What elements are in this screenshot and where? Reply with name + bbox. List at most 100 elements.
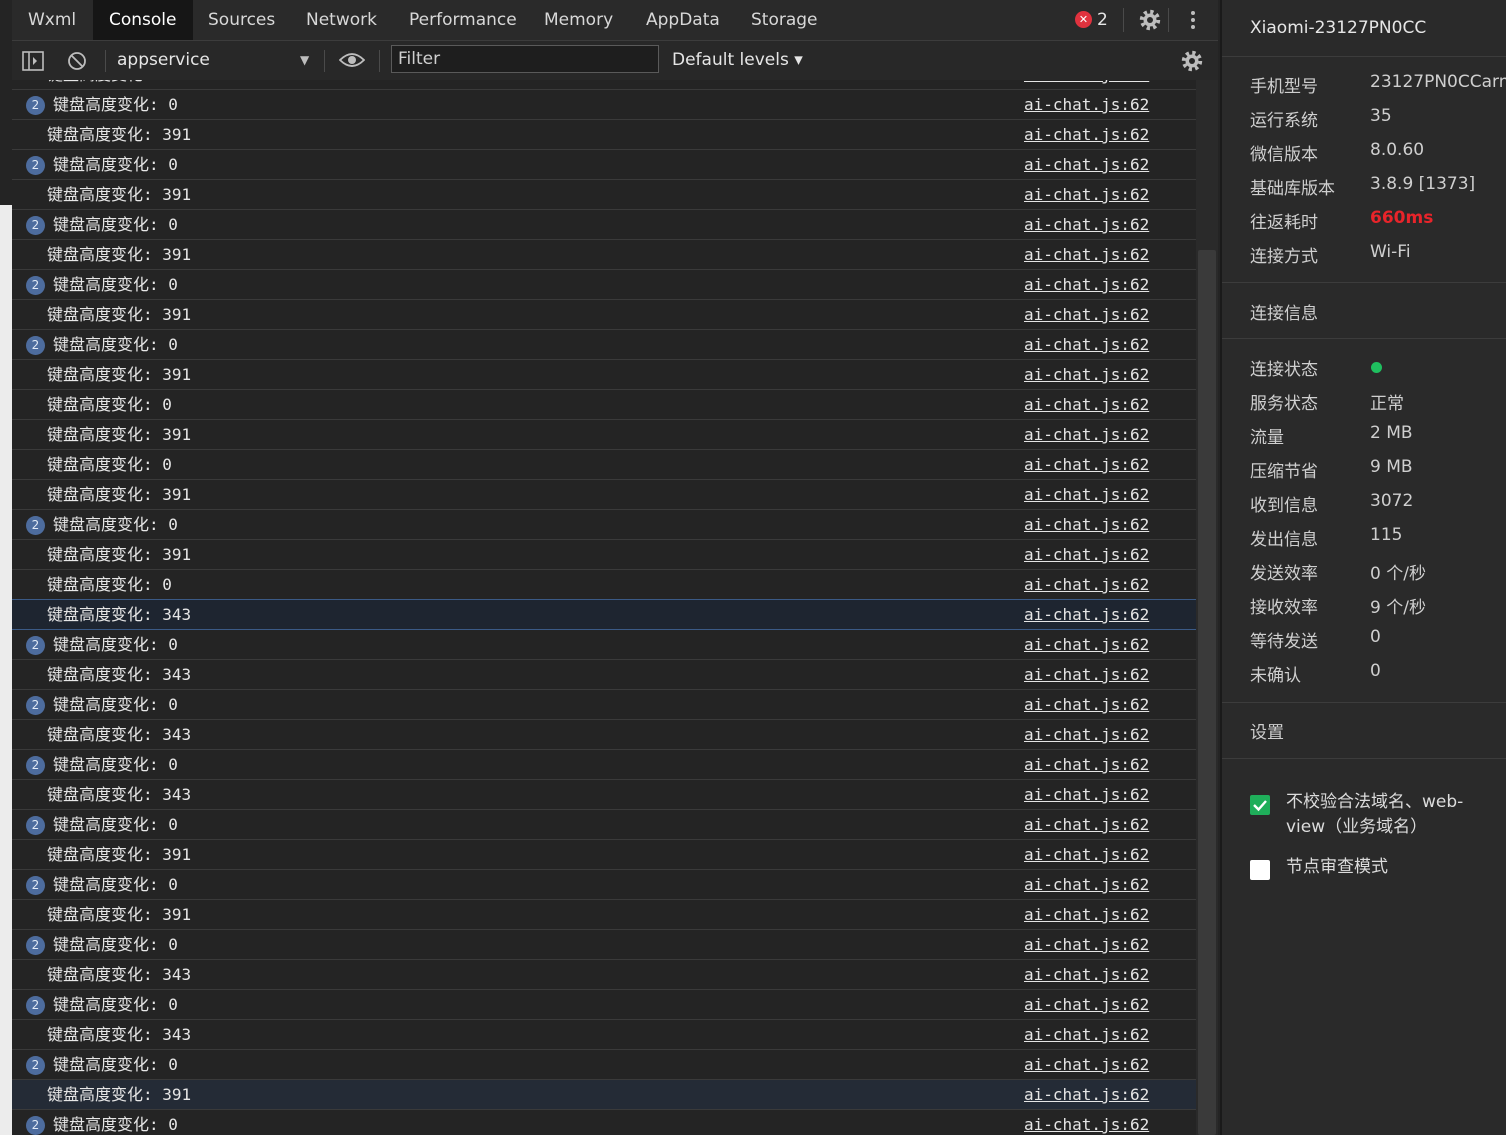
console-row[interactable]: 2 键盘高度变化: 0 ai-chat.js:62 — [12, 150, 1196, 180]
source-link[interactable]: ai-chat.js:62 — [1024, 540, 1149, 570]
console-row[interactable]: 2 键盘高度变化: 0 ai-chat.js:62 — [12, 870, 1196, 900]
console-row[interactable]: 2 键盘高度变化: 0 ai-chat.js:62 — [12, 270, 1196, 300]
console-row[interactable]: 2 键盘高度变化: 0 ai-chat.js:62 — [12, 990, 1196, 1020]
console-row[interactable]: 键盘高度变化: 343 ai-chat.js:62 — [12, 720, 1196, 750]
source-link[interactable]: ai-chat.js:62 — [1024, 360, 1149, 390]
console-row[interactable]: 2 键盘高度变化: 0 ai-chat.js:62 — [12, 930, 1196, 960]
more-options-kebab-icon[interactable] — [1182, 9, 1204, 31]
skip-domain-check-checkbox[interactable] — [1250, 795, 1270, 815]
console-row[interactable]: 2 键盘高度变化: 0 ai-chat.js:62 — [12, 630, 1196, 660]
console-settings-gear-icon[interactable] — [1180, 49, 1204, 73]
console-row[interactable]: 键盘高度变化: 391 ai-chat.js:62 — [12, 300, 1196, 330]
console-row[interactable]: 键盘高度变化: 0 ai-chat.js:62 — [12, 570, 1196, 600]
console-row[interactable]: 2 键盘高度变化: 0 ai-chat.js:62 — [12, 1050, 1196, 1080]
console-row[interactable]: 键盘高度变化: 391 ai-chat.js:62 — [12, 480, 1196, 510]
console-log[interactable]: 键盘高度变化: 391 ai-chat.js:62 2 键盘高度变化: 0 ai-cha… — [12, 80, 1196, 1135]
source-link[interactable]: ai-chat.js:62 — [1024, 870, 1149, 900]
console-row[interactable]: 键盘高度变化: 391 ai-chat.js:62 — [12, 120, 1196, 150]
console-row[interactable]: 2 键盘高度变化: 0 ai-chat.js:62 — [12, 210, 1196, 240]
console-row[interactable]: 键盘高度变化: 391 ai-chat.js:62 — [12, 420, 1196, 450]
source-link[interactable]: ai-chat.js:62 — [1024, 210, 1149, 240]
source-link[interactable]: ai-chat.js:62 — [1024, 900, 1149, 930]
divider — [105, 50, 106, 72]
source-link[interactable]: ai-chat.js:62 — [1024, 1080, 1149, 1110]
source-link[interactable]: ai-chat.js:62 — [1024, 600, 1149, 630]
node-inspect-checkbox[interactable] — [1250, 860, 1270, 880]
source-link[interactable]: ai-chat.js:62 — [1024, 480, 1149, 510]
source-link[interactable]: ai-chat.js:62 — [1024, 990, 1149, 1020]
log-message: 键盘高度变化: 0 — [53, 335, 178, 354]
console-row[interactable]: 键盘高度变化: 391 ai-chat.js:62 — [12, 360, 1196, 390]
source-link[interactable]: ai-chat.js:62 — [1024, 180, 1149, 210]
log-levels-dropdown[interactable]: Default levels ▾ — [672, 41, 803, 80]
source-link[interactable]: ai-chat.js:62 — [1024, 240, 1149, 270]
console-row[interactable]: 2 键盘高度变化: 0 ai-chat.js:62 — [12, 1110, 1196, 1135]
node-inspect-label[interactable]: 节点审查模式 — [1286, 855, 1496, 880]
source-link[interactable]: ai-chat.js:62 — [1024, 1110, 1149, 1135]
tab-memory[interactable]: Memory — [532, 0, 625, 40]
console-row[interactable]: 键盘高度变化: 343 ai-chat.js:62 — [12, 1020, 1196, 1050]
console-row[interactable]: 2 键盘高度变化: 0 ai-chat.js:62 — [12, 330, 1196, 360]
chevron-down-icon[interactable]: ▼ — [300, 41, 309, 80]
console-row[interactable]: 键盘高度变化: 343 ai-chat.js:62 — [12, 599, 1196, 630]
tab-performance[interactable]: Performance — [397, 0, 529, 40]
source-link[interactable]: ai-chat.js:62 — [1024, 960, 1149, 990]
console-row[interactable]: 键盘高度变化: 0 ai-chat.js:62 — [12, 390, 1196, 420]
source-link[interactable]: ai-chat.js:62 — [1024, 510, 1149, 540]
console-row[interactable]: 键盘高度变化: 391 ai-chat.js:62 — [12, 80, 1196, 90]
console-row[interactable]: 2 键盘高度变化: 0 ai-chat.js:62 — [12, 510, 1196, 540]
source-link[interactable]: ai-chat.js:62 — [1024, 720, 1149, 750]
sidebar-toggle-icon[interactable] — [22, 51, 44, 71]
source-link[interactable]: ai-chat.js:62 — [1024, 90, 1149, 120]
source-link[interactable]: ai-chat.js:62 — [1024, 930, 1149, 960]
source-link[interactable]: ai-chat.js:62 — [1024, 630, 1149, 660]
source-link[interactable]: ai-chat.js:62 — [1024, 840, 1149, 870]
source-link[interactable]: ai-chat.js:62 — [1024, 780, 1149, 810]
context-selector[interactable]: appservice — [117, 41, 210, 80]
source-link[interactable]: ai-chat.js:62 — [1024, 570, 1149, 600]
source-link[interactable]: ai-chat.js:62 — [1024, 120, 1149, 150]
source-link[interactable]: ai-chat.js:62 — [1024, 300, 1149, 330]
source-link[interactable]: ai-chat.js:62 — [1024, 450, 1149, 480]
filter-input[interactable] — [391, 45, 659, 73]
console-row[interactable]: 键盘高度变化: 343 ai-chat.js:62 — [12, 660, 1196, 690]
console-row[interactable]: 2 键盘高度变化: 0 ai-chat.js:62 — [12, 810, 1196, 840]
console-row[interactable]: 键盘高度变化: 391 ai-chat.js:62 — [12, 540, 1196, 570]
clear-console-icon[interactable] — [67, 51, 87, 71]
console-row[interactable]: 键盘高度变化: 343 ai-chat.js:62 — [12, 960, 1196, 990]
console-row[interactable]: 2 键盘高度变化: 0 ai-chat.js:62 — [12, 750, 1196, 780]
source-link[interactable]: ai-chat.js:62 — [1024, 80, 1149, 90]
console-row[interactable]: 键盘高度变化: 391 ai-chat.js:62 — [12, 1080, 1196, 1110]
tab-wxml[interactable]: Wxml — [16, 0, 88, 40]
console-row[interactable]: 2 键盘高度变化: 0 ai-chat.js:62 — [12, 90, 1196, 120]
source-link[interactable]: ai-chat.js:62 — [1024, 1020, 1149, 1050]
error-icon[interactable]: ✕ — [1075, 11, 1092, 28]
live-expression-eye-icon[interactable] — [339, 50, 365, 70]
source-link[interactable]: ai-chat.js:62 — [1024, 690, 1149, 720]
console-row[interactable]: 键盘高度变化: 391 ai-chat.js:62 — [12, 240, 1196, 270]
tab-network[interactable]: Network — [294, 0, 389, 40]
source-link[interactable]: ai-chat.js:62 — [1024, 330, 1149, 360]
tab-sources[interactable]: Sources — [196, 0, 287, 40]
console-row[interactable]: 2 键盘高度变化: 0 ai-chat.js:62 — [12, 690, 1196, 720]
source-link[interactable]: ai-chat.js:62 — [1024, 750, 1149, 780]
source-link[interactable]: ai-chat.js:62 — [1024, 1050, 1149, 1080]
tab-console[interactable]: Console — [93, 0, 193, 40]
skip-domain-check-label[interactable]: 不校验合法域名、web-view（业务域名） — [1286, 790, 1496, 840]
console-row[interactable]: 键盘高度变化: 343 ai-chat.js:62 — [12, 780, 1196, 810]
source-link[interactable]: ai-chat.js:62 — [1024, 150, 1149, 180]
source-link[interactable]: ai-chat.js:62 — [1024, 660, 1149, 690]
source-link[interactable]: ai-chat.js:62 — [1024, 270, 1149, 300]
console-row[interactable]: 键盘高度变化: 0 ai-chat.js:62 — [12, 450, 1196, 480]
tab-appdata[interactable]: AppData — [634, 0, 732, 40]
tab-storage[interactable]: Storage — [739, 0, 830, 40]
source-link[interactable]: ai-chat.js:62 — [1024, 420, 1149, 450]
source-link[interactable]: ai-chat.js:62 — [1024, 810, 1149, 840]
scrollbar-thumb[interactable] — [1198, 250, 1216, 1135]
settings-gear-icon[interactable] — [1138, 8, 1162, 32]
console-row[interactable]: 键盘高度变化: 391 ai-chat.js:62 — [12, 840, 1196, 870]
console-row[interactable]: 键盘高度变化: 391 ai-chat.js:62 — [12, 900, 1196, 930]
source-link[interactable]: ai-chat.js:62 — [1024, 390, 1149, 420]
console-row[interactable]: 键盘高度变化: 391 ai-chat.js:62 — [12, 180, 1196, 210]
error-count[interactable]: 2 — [1097, 0, 1108, 40]
